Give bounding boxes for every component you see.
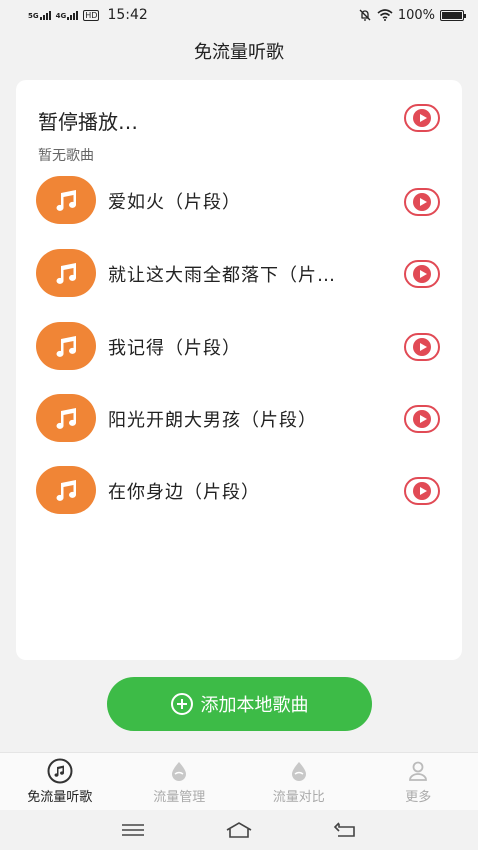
music-note-icon <box>36 249 96 297</box>
music-disc-icon <box>47 758 73 784</box>
tab-traffic-management[interactable]: 流量管理 <box>120 753 240 810</box>
wifi-icon <box>377 9 393 21</box>
tab-label: 免流量听歌 <box>27 790 93 805</box>
song-title: 在你身边（片段） <box>108 482 260 503</box>
song-row[interactable]: 阳光开朗大男孩（片段） <box>36 394 456 444</box>
signal-4g-icon: 4G <box>55 10 79 20</box>
music-note-icon <box>36 322 96 370</box>
song-play-button[interactable] <box>404 333 440 361</box>
battery-icon <box>440 9 466 21</box>
add-local-song-button[interactable]: 添加本地歌曲 <box>107 677 372 731</box>
back-icon[interactable] <box>330 820 360 840</box>
now-playing: 暂停播放… 暂无歌曲 <box>38 106 138 165</box>
song-row[interactable]: 我记得（片段） <box>36 322 456 372</box>
signal-5g-icon: 5G <box>28 10 51 20</box>
network-4g-label: 4G <box>55 11 67 20</box>
music-note-icon <box>36 394 96 442</box>
menu-icon[interactable] <box>118 820 148 840</box>
status-left: 5G 4G HD 15:42 <box>28 7 148 23</box>
song-play-button[interactable] <box>404 477 440 505</box>
tab-free-music[interactable]: 免流量听歌 <box>0 753 120 810</box>
song-title: 就让这大雨全都落下（片… <box>108 265 336 286</box>
tab-label: 流量管理 <box>153 790 206 805</box>
song-title: 阳光开朗大男孩（片段） <box>108 410 317 431</box>
tab-traffic-compare[interactable]: 流量对比 <box>239 753 359 810</box>
page-title: 免流量听歌 <box>194 42 284 63</box>
song-play-button[interactable] <box>404 405 440 433</box>
system-nav-bar <box>0 810 478 850</box>
music-note-icon <box>36 176 96 224</box>
song-title: 爱如火（片段） <box>108 192 241 213</box>
battery-percent: 100% <box>397 7 435 23</box>
song-play-button[interactable] <box>404 260 440 288</box>
song-row[interactable]: 爱如火（片段） <box>36 176 456 226</box>
song-title: 我记得（片段） <box>108 338 241 359</box>
drop-icon <box>166 758 192 784</box>
now-playing-title: 暂停播放… <box>38 110 138 134</box>
add-button-label: 添加本地歌曲 <box>200 695 309 716</box>
song-play-button[interactable] <box>404 188 440 216</box>
add-circle-icon <box>170 693 193 715</box>
tab-label: 更多 <box>405 790 432 805</box>
now-playing-play-button[interactable] <box>404 104 440 132</box>
status-bar: 5G 4G HD 15:42 100% <box>0 0 478 30</box>
song-list-card: 暂停播放… 暂无歌曲 爱如火（片段） 就让这大雨全都落下（片… 我记得（片段） … <box>16 80 462 660</box>
bottom-tab-bar: 免流量听歌 流量管理 流量对比 更多 <box>0 752 478 810</box>
drop-icon <box>286 758 312 784</box>
status-time: 15:42 <box>107 7 148 23</box>
tab-more[interactable]: 更多 <box>359 753 478 810</box>
song-row[interactable]: 就让这大雨全都落下（片… <box>36 249 456 299</box>
song-row[interactable]: 在你身边（片段） <box>36 466 456 516</box>
tab-label: 流量对比 <box>272 790 325 805</box>
music-note-icon <box>36 466 96 514</box>
network-5g-label: 5G <box>28 11 39 20</box>
person-icon <box>405 758 431 784</box>
mute-icon <box>359 9 371 21</box>
hd-badge: HD <box>83 9 100 21</box>
status-right: 100% <box>358 7 466 23</box>
home-icon[interactable] <box>224 820 254 840</box>
now-playing-subtitle: 暂无歌曲 <box>38 148 94 164</box>
